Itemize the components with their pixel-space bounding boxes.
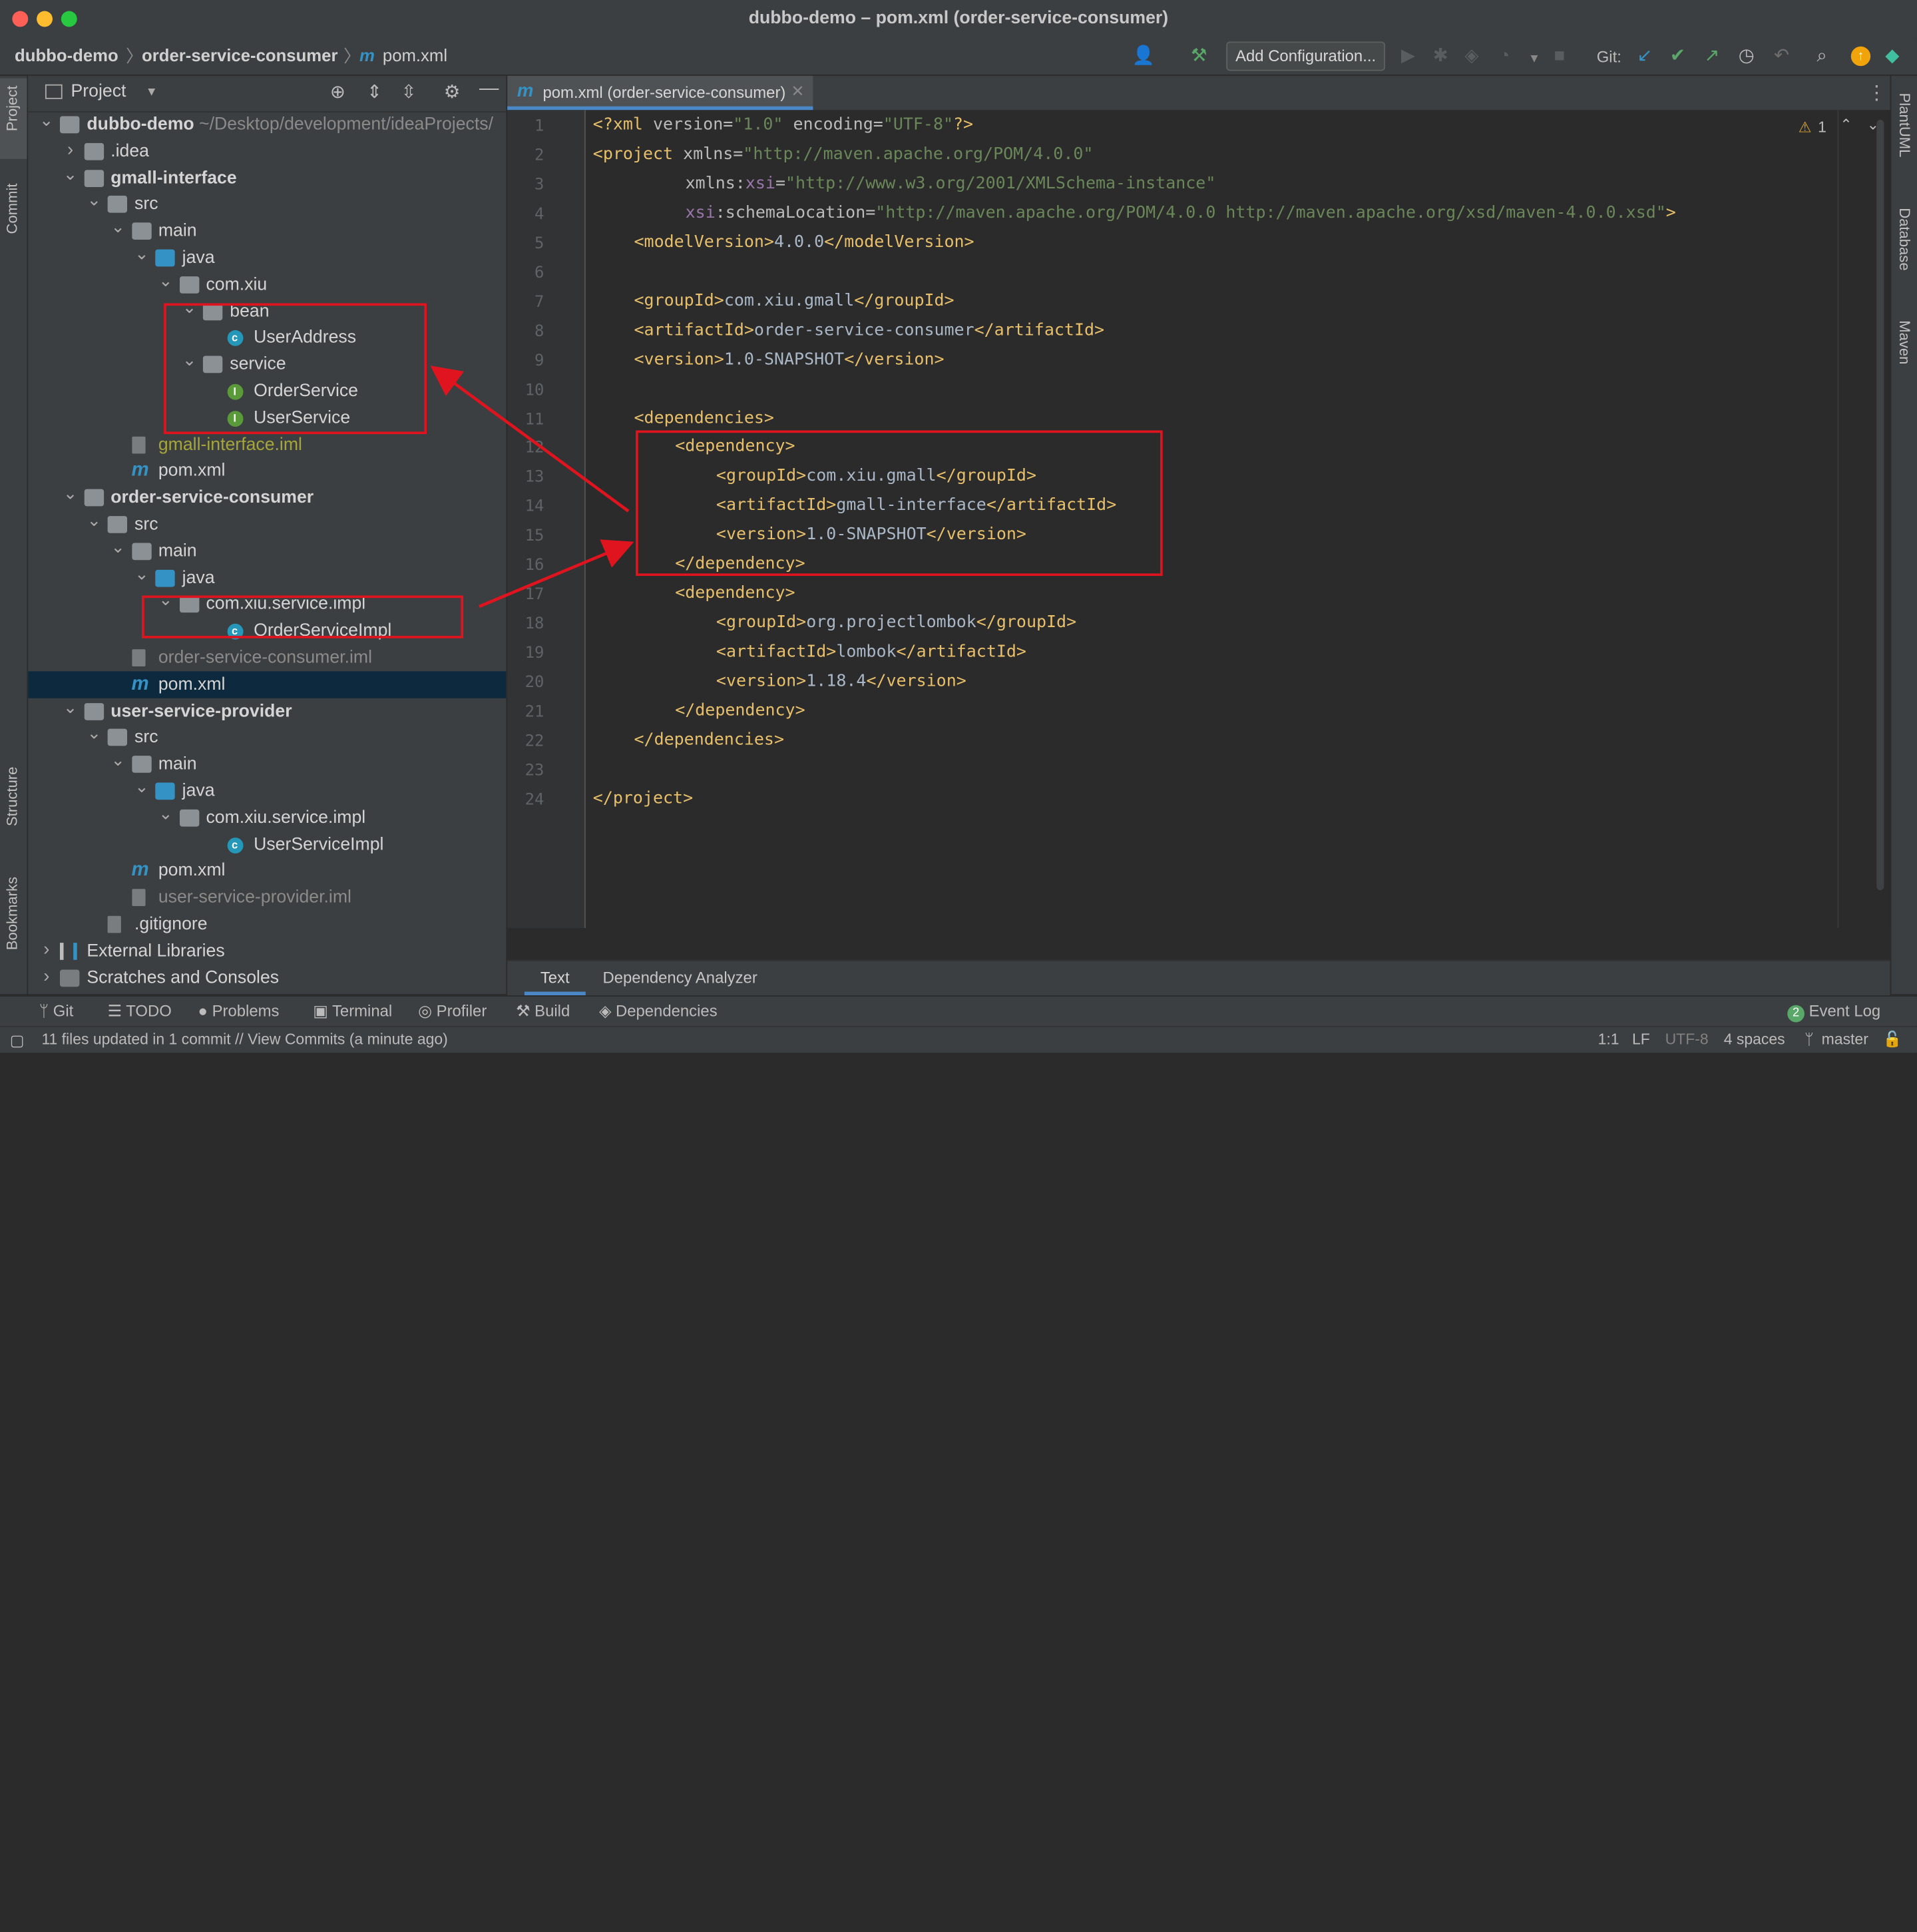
annotation-arrow-to-dependency: [479, 539, 634, 608]
annotation-arrows: [430, 365, 634, 608]
annotation-arrow-to-interface: [430, 365, 630, 513]
